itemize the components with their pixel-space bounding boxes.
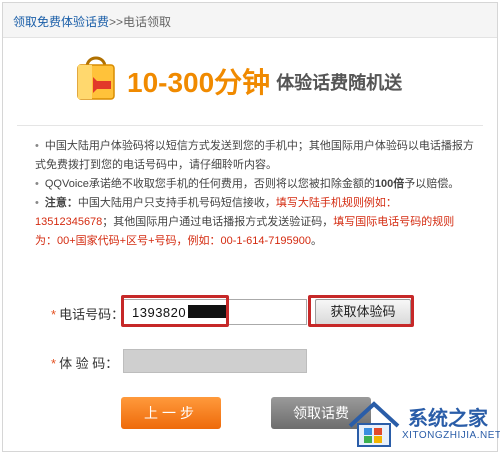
required-mark: * — [51, 356, 57, 371]
code-label: * 体 验 码： — [51, 353, 118, 372]
phone-label: * 电话号码： — [51, 304, 124, 323]
breadcrumb: 领取免费体验话费>>电话领取 — [13, 13, 171, 30]
bullet-icon: • — [35, 197, 39, 209]
promo-minutes: 10-300分钟 — [127, 67, 271, 98]
bullet-icon: • — [35, 178, 39, 190]
divider — [17, 125, 483, 126]
promo-subline: 体验话费随机送 — [276, 73, 403, 93]
notice-text: 中国大陆用户只支持手机号码短信接收， — [77, 197, 276, 209]
notice-text: QQVoice承诺绝不收取您手机的任何费用，否则将以您被扣除金额的 — [44, 178, 375, 190]
guarantee-multiplier: 100倍 — [374, 178, 405, 190]
watermark: 系统之家 XITONGZHIJIA.NET — [344, 394, 500, 454]
phone-label-text: 电话号码： — [59, 307, 125, 322]
shopping-bag-icon — [77, 56, 115, 100]
notice-item-guarantee: • QQVoice承诺绝不收取您手机的任何费用，否则将以您被扣除金额的100倍予以… — [35, 175, 475, 194]
notice-item-sms: • 中国大陆用户体验码将以短信方式发送到您的手机中；其他国际用户体验码以电话播报方… — [35, 137, 475, 175]
promo-banner: 10-300分钟 体验话费随机送 — [73, 51, 453, 109]
notice-text: 中国大陆用户体验码将以短信方式发送到您的手机中；其他国际用户体验码以电话播报方式… — [35, 140, 474, 171]
breadcrumb-bar: 领取免费体验话费>>电话领取 — [3, 3, 497, 38]
house-logo-icon — [348, 401, 400, 447]
breadcrumb-link-free-credit[interactable]: 领取免费体验话费 — [13, 15, 109, 29]
bullet-icon: • — [35, 140, 39, 152]
notice-item-rules: • 注意：中国大陆用户只支持手机号码短信接收，填写大陆手机规则例如：1351234… — [35, 194, 475, 251]
promo-headline: 10-300分钟 体验话费随机送 — [127, 61, 402, 101]
page-frame: 领取免费体验话费>>电话领取 10-300分钟 体验话费随机送 • 中国大陆用户体验… — [2, 2, 498, 452]
code-label-text: 体 验 码： — [59, 356, 119, 371]
notice-text: ；其他国际用户通过电话播报方式发送验证码， — [102, 216, 334, 228]
notice-text: 予以赔偿。 — [404, 178, 460, 190]
notice-list: • 中国大陆用户体验码将以短信方式发送到您的手机中；其他国际用户体验码以电话播报方… — [35, 137, 475, 251]
watermark-title: 系统之家 — [408, 408, 488, 430]
notice-text: 。 — [311, 235, 323, 247]
breadcrumb-current: 电话领取 — [123, 15, 172, 29]
required-mark: * — [51, 307, 57, 322]
previous-step-button[interactable]: 上一步 — [121, 397, 221, 429]
code-input[interactable] — [123, 349, 307, 373]
highlight-box-button — [308, 295, 414, 327]
notice-label: 注意： — [44, 197, 78, 209]
watermark-url: XITONGZHIJIA.NET — [402, 430, 500, 441]
breadcrumb-separator: >> — [109, 15, 124, 29]
highlight-box-phone — [121, 295, 229, 327]
